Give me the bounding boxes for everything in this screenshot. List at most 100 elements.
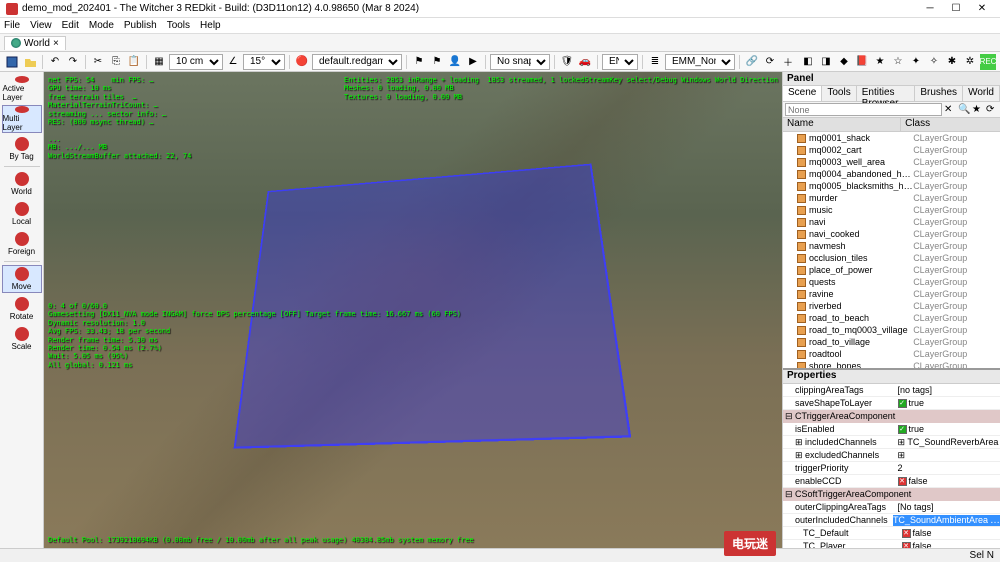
tree-row[interactable]: murderCLayerGroup	[783, 192, 1000, 204]
panel-tab-world[interactable]: World	[963, 86, 1000, 101]
cube-icon[interactable]: ◆	[836, 54, 852, 70]
tab-close-icon[interactable]: ×	[53, 38, 59, 49]
checkbox-icon[interactable]: ✕	[898, 477, 907, 486]
angle-snap-icon[interactable]: ∠	[225, 54, 241, 70]
prop-value[interactable]: TC_SoundAmbientArea …	[893, 515, 1000, 526]
prop-value[interactable]: ✕ false	[902, 541, 1000, 548]
tree-row[interactable]: road_to_beachCLayerGroup	[783, 312, 1000, 324]
link-icon[interactable]: 🔗	[744, 54, 760, 70]
tool-scale[interactable]: Scale	[2, 325, 42, 353]
save-icon[interactable]	[4, 54, 20, 70]
menu-file[interactable]: File	[4, 20, 20, 31]
checkbox-icon[interactable]: ✓	[898, 399, 907, 408]
prop-value[interactable]: [No tags]	[898, 502, 1000, 512]
prop-row[interactable]: outerClippingAreaTags[No tags]	[783, 501, 1000, 514]
menu-publish[interactable]: Publish	[124, 20, 157, 31]
snap-select[interactable]: No snap	[490, 54, 550, 70]
person-icon[interactable]: 👤	[447, 54, 463, 70]
menu-mode[interactable]: Mode	[89, 20, 114, 31]
close-button[interactable]: ✕	[970, 2, 994, 16]
tool-by-tag[interactable]: By Tag	[2, 135, 42, 163]
tree-row[interactable]: mq0003_well_areaCLayerGroup	[783, 156, 1000, 168]
maximize-button[interactable]: ☐	[944, 2, 968, 16]
col-class[interactable]: Class	[901, 118, 1000, 131]
tool-rotate[interactable]: Rotate	[2, 295, 42, 323]
prop-row[interactable]: clippingAreaTags[no tags]	[783, 384, 1000, 397]
menu-tools[interactable]: Tools	[167, 20, 190, 31]
tree-row[interactable]: navi_cookedCLayerGroup	[783, 228, 1000, 240]
tool-foreign[interactable]: Foreign	[2, 230, 42, 258]
tree-row[interactable]: mq0004_abandoned_houseCLayerGroup	[783, 168, 1000, 180]
tree-row[interactable]: questsCLayerGroup	[783, 276, 1000, 288]
gizmo-a-icon[interactable]: ✦	[908, 54, 924, 70]
tree-row[interactable]: mq0002_cartCLayerGroup	[783, 144, 1000, 156]
star2-icon[interactable]: ☆	[890, 54, 906, 70]
prop-value[interactable]: ✕ false	[898, 476, 1000, 486]
prop-row[interactable]: TC_Player✕ false	[783, 540, 1000, 548]
col-name[interactable]: Name	[783, 118, 901, 131]
tree-row[interactable]: road_to_villageCLayerGroup	[783, 336, 1000, 348]
prop-value[interactable]: ✓ true	[898, 424, 1000, 434]
gizmo-d-icon[interactable]: ✲	[962, 54, 978, 70]
tool-active-layer[interactable]: Active Layer	[2, 75, 42, 103]
redo-icon[interactable]: ↷	[65, 54, 81, 70]
panel-tab-scene[interactable]: Scene	[783, 86, 822, 101]
tree-row[interactable]: musicCLayerGroup	[783, 204, 1000, 216]
checkbox-icon[interactable]: ✕	[902, 529, 911, 538]
prop-value[interactable]: 2	[898, 463, 1000, 473]
tree-row[interactable]: ravineCLayerGroup	[783, 288, 1000, 300]
view-a-icon[interactable]: ◧	[800, 54, 816, 70]
prop-value[interactable]: ⊞	[898, 450, 1000, 461]
refresh-icon[interactable]: ⟳	[762, 54, 778, 70]
scene-tree[interactable]: mq0001_shackCLayerGroupmq0002_cartCLayer…	[783, 132, 1000, 368]
tool-local[interactable]: Local	[2, 200, 42, 228]
prop-value[interactable]: ✓ true	[898, 398, 1000, 408]
prop-row[interactable]: triggerPriority2	[783, 462, 1000, 475]
panel-tab-tools[interactable]: Tools	[822, 86, 856, 101]
shield-icon[interactable]: 🛡	[559, 54, 575, 70]
prop-row[interactable]: saveShapeToLayer✓ true	[783, 397, 1000, 410]
filter-refresh-icon[interactable]: ⟳	[986, 104, 998, 116]
undo-icon[interactable]: ↶	[47, 54, 63, 70]
angle-select[interactable]: 15°	[243, 54, 285, 70]
filter-star-icon[interactable]: ★	[972, 104, 984, 116]
tree-row[interactable]: place_of_powerCLayerGroup	[783, 264, 1000, 276]
play-icon[interactable]: ▶	[465, 54, 481, 70]
star-icon[interactable]: ★	[872, 54, 888, 70]
prop-row[interactable]: isEnabled✓ true	[783, 423, 1000, 436]
rec-button[interactable]: REC	[980, 54, 996, 70]
tree-row[interactable]: occlusion_tilesCLayerGroup	[783, 252, 1000, 264]
filter-input[interactable]	[785, 103, 942, 116]
prop-value[interactable]: [no tags]	[898, 385, 1000, 395]
panel-tab-brushes[interactable]: Brushes	[915, 86, 963, 101]
tree-row[interactable]: roadtoolCLayerGroup	[783, 348, 1000, 360]
tool-move[interactable]: Move	[2, 265, 42, 293]
tab-world[interactable]: World ×	[4, 36, 66, 50]
flag-red-icon[interactable]: ⚑	[411, 54, 427, 70]
prop-value[interactable]: ⊞ TC_SoundReverbArea	[898, 437, 1000, 448]
grid-icon[interactable]: ▦	[151, 54, 167, 70]
prop-value[interactable]: ✕ false	[902, 528, 1000, 538]
checkbox-icon[interactable]: ✓	[898, 425, 907, 434]
gizmo-c-icon[interactable]: ✱	[944, 54, 960, 70]
tool-world[interactable]: World	[2, 170, 42, 198]
viewport-3d[interactable]: net FPS: 54 min FPS: … GPU time: 10 ms f…	[44, 72, 782, 548]
lang-select[interactable]: EN	[602, 54, 638, 70]
filter-search-icon[interactable]: 🔍	[958, 104, 970, 116]
layer-icon[interactable]: ≣	[647, 54, 663, 70]
book-icon[interactable]: 📕	[854, 54, 870, 70]
menu-view[interactable]: View	[30, 20, 52, 31]
tree-row[interactable]: shore_bonesCLayerGroup	[783, 360, 1000, 368]
prop-row[interactable]: ⊞ includedChannels⊞ TC_SoundReverbArea	[783, 436, 1000, 449]
prop-row[interactable]: enableCCD✕ false	[783, 475, 1000, 488]
tool-multi-layer[interactable]: Multi Layer	[2, 105, 42, 133]
tree-row[interactable]: naviCLayerGroup	[783, 216, 1000, 228]
tree-row[interactable]: mq0005_blacksmiths_houseCLayerGroup	[783, 180, 1000, 192]
filter-clear-icon[interactable]: ✕	[944, 104, 956, 116]
plus-icon[interactable]: ＋	[780, 54, 796, 70]
emm-select[interactable]: EMM_None	[665, 54, 735, 70]
tree-row[interactable]: riverbedCLayerGroup	[783, 300, 1000, 312]
prop-group[interactable]: ⊟ CSoftTriggerAreaComponent	[783, 488, 1000, 501]
cut-icon[interactable]: ✂	[90, 54, 106, 70]
gamedef-select[interactable]: default.redgame	[312, 54, 402, 70]
